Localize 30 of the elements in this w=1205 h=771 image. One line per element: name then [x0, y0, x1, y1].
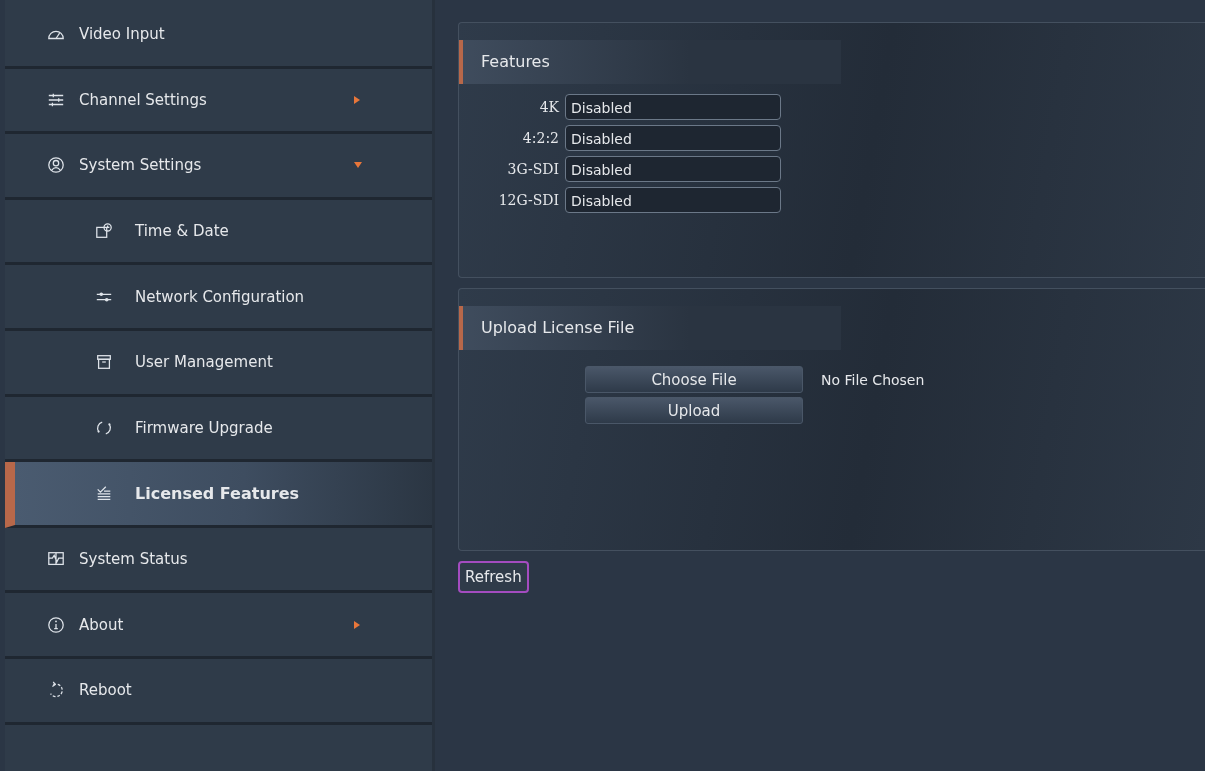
feature-label: 4K [538, 99, 559, 115]
upload-button[interactable]: Upload [585, 397, 803, 424]
feature-label: 4:2:2 [521, 130, 559, 146]
refresh-button[interactable]: Refresh [458, 561, 529, 593]
sidebar-item[interactable]: System Status [5, 527, 432, 594]
feature-value-field: Disabled [565, 94, 781, 120]
info-icon [47, 615, 65, 634]
sidebar-item[interactable]: About [5, 593, 432, 659]
feature-value-field: Disabled [565, 156, 781, 182]
file-status-text: No File Chosen [821, 371, 926, 388]
calendar-clock-icon [95, 222, 113, 241]
feature-label: 3G-SDI [506, 161, 559, 177]
sidebar-item[interactable]: System Settings [5, 134, 432, 200]
feature-value-field: Disabled [565, 125, 781, 151]
sidebar-item[interactable]: Licensed Features [5, 462, 432, 528]
panel-title: Upload License File [459, 306, 841, 350]
sidebar-item[interactable]: Time & Date [5, 199, 432, 266]
sidebar-item[interactable]: Network Configuration [5, 265, 432, 331]
sidebar-item[interactable]: User Management [5, 330, 432, 397]
feature-value-field: Disabled [565, 187, 781, 213]
feature-label: 12G-SDI [497, 192, 559, 208]
sidebar-item[interactable]: Reboot [5, 658, 432, 725]
restart-icon [47, 681, 65, 700]
choose-file-button[interactable]: Choose File [585, 366, 803, 393]
panel-title: Features [459, 40, 841, 84]
sidebar-item[interactable]: Video Input [5, 3, 432, 69]
checklist-icon [95, 484, 113, 503]
archive-box-icon [95, 353, 113, 372]
user-circle-icon [47, 156, 65, 175]
sidebar-item[interactable]: Channel Settings [5, 68, 432, 135]
